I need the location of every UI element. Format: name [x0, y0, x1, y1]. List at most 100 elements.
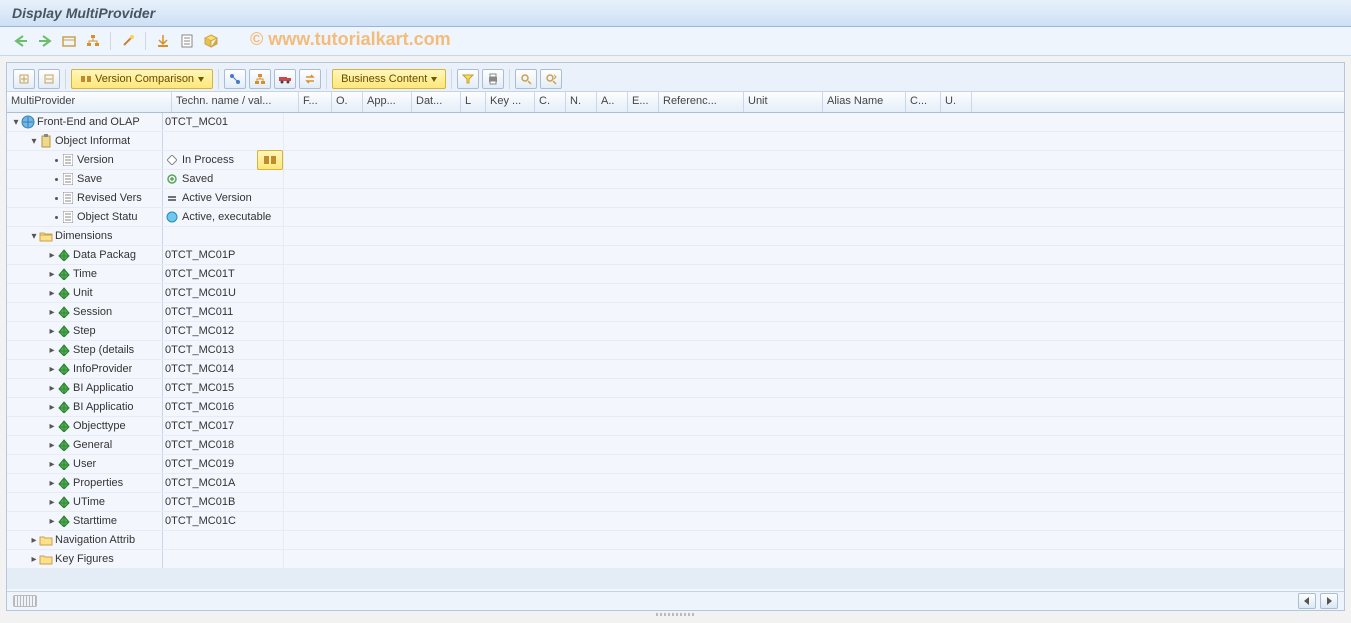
tree-row-revised[interactable]: Revised Vers Active Version — [7, 189, 1344, 208]
back-icon[interactable] — [12, 32, 30, 50]
expand-toggle[interactable]: ▸ — [47, 269, 57, 279]
node-label: Revised Vers — [77, 192, 142, 204]
tree-collapse-icon[interactable] — [38, 69, 60, 89]
resize-grip-icon[interactable] — [13, 595, 37, 607]
expand-toggle[interactable]: ▸ — [47, 440, 57, 450]
version-detail-button[interactable] — [257, 150, 283, 170]
col-o[interactable]: O. — [332, 92, 363, 112]
tree-row-objstatus[interactable]: Object Statu Active, executable — [7, 208, 1344, 227]
toolbar-sep — [451, 69, 452, 89]
expand-toggle[interactable]: ▸ — [47, 402, 57, 412]
find-icon[interactable] — [515, 69, 537, 89]
expand-toggle[interactable]: ▾ — [29, 136, 39, 146]
tree-row-navattr[interactable]: ▸ Navigation Attrib — [7, 531, 1344, 550]
main-area: Version Comparison Business Content — [0, 56, 1351, 623]
expand-toggle[interactable]: ▸ — [47, 288, 57, 298]
tree-row-dimension[interactable]: ▸Data Packag0TCT_MC01P — [7, 246, 1344, 265]
wand-icon[interactable] — [119, 32, 137, 50]
col-techname[interactable]: Techn. name / val... — [172, 92, 299, 112]
tree-row-dimension[interactable]: ▸BI Applicatio0TCT_MC016 — [7, 398, 1344, 417]
tree-row-dimension[interactable]: ▸Starttime0TCT_MC01C — [7, 512, 1344, 531]
expand-toggle[interactable]: ▸ — [47, 516, 57, 526]
tree-body[interactable]: ▾ Front-End and OLAP 0TCT_MC01 ▾ Object … — [7, 113, 1344, 591]
col-aliasname[interactable]: Alias Name — [823, 92, 906, 112]
col-e[interactable]: E... — [628, 92, 659, 112]
expand-toggle[interactable]: ▸ — [47, 250, 57, 260]
document-icon[interactable] — [178, 32, 196, 50]
hierarchy-icon[interactable] — [84, 32, 102, 50]
expand-toggle[interactable]: ▸ — [47, 345, 57, 355]
filter-down-icon[interactable] — [457, 69, 479, 89]
tree-row-dimensions[interactable]: ▾ Dimensions — [7, 227, 1344, 246]
node-label: InfoProvider — [73, 363, 132, 375]
tree-row-dimension[interactable]: ▸Time0TCT_MC01T — [7, 265, 1344, 284]
col-c2[interactable]: C... — [906, 92, 941, 112]
business-content-button[interactable]: Business Content — [332, 69, 446, 89]
tree-row-dimension[interactable]: ▸Session0TCT_MC011 — [7, 303, 1344, 322]
expand-toggle[interactable]: ▸ — [47, 497, 57, 507]
print-icon[interactable] — [482, 69, 504, 89]
expand-toggle[interactable]: ▸ — [47, 326, 57, 336]
transport-icon[interactable] — [274, 69, 296, 89]
tree-row-dimension[interactable]: ▸Step (details0TCT_MC013 — [7, 341, 1344, 360]
col-app[interactable]: App... — [363, 92, 412, 112]
window-icon[interactable] — [60, 32, 78, 50]
expand-toggle[interactable]: ▸ — [47, 421, 57, 431]
col-c[interactable]: C. — [535, 92, 566, 112]
expand-toggle[interactable]: ▸ — [47, 478, 57, 488]
dropdown-icon — [198, 77, 204, 82]
tree-row-dimension[interactable]: ▸Step0TCT_MC012 — [7, 322, 1344, 341]
col-l[interactable]: L — [461, 92, 486, 112]
tree-row-dimension[interactable]: ▸Properties0TCT_MC01A — [7, 474, 1344, 493]
scroll-left-button[interactable] — [1298, 593, 1316, 609]
expand-toggle[interactable]: ▸ — [47, 383, 57, 393]
col-dat[interactable]: Dat... — [412, 92, 461, 112]
expand-toggle[interactable]: ▾ — [29, 231, 39, 241]
hierarchy-button-icon[interactable] — [249, 69, 271, 89]
tree-row-save[interactable]: Save Saved — [7, 170, 1344, 189]
expand-toggle[interactable]: ▾ — [11, 117, 21, 127]
swap-icon[interactable] — [299, 69, 321, 89]
version-comparison-button[interactable]: Version Comparison — [71, 69, 213, 89]
expand-toggle[interactable]: ▸ — [29, 554, 39, 564]
cube-icon[interactable] — [202, 32, 220, 50]
node-label: Object Statu — [77, 211, 138, 223]
toolbar-sep — [218, 69, 219, 89]
tree-row-dimension[interactable]: ▸Unit0TCT_MC01U — [7, 284, 1344, 303]
activate-icon[interactable] — [154, 32, 172, 50]
col-f[interactable]: F... — [299, 92, 332, 112]
col-multiprovider[interactable]: MultiProvider — [7, 92, 172, 112]
find-next-icon[interactable] — [540, 69, 562, 89]
node-label: User — [73, 458, 96, 470]
forward-icon[interactable] — [36, 32, 54, 50]
application-toolbar: © www.tutorialkart.com — [0, 27, 1351, 56]
tree-row-dimension[interactable]: ▸Objecttype0TCT_MC017 — [7, 417, 1344, 436]
tech-value: 0TCT_MC01B — [165, 496, 235, 508]
tech-value: 0TCT_MC01C — [165, 515, 236, 527]
tree-row-keyfigures[interactable]: ▸ Key Figures — [7, 550, 1344, 569]
col-key[interactable]: Key ... — [486, 92, 535, 112]
tree-row-root[interactable]: ▾ Front-End and OLAP 0TCT_MC01 — [7, 113, 1344, 132]
where-used-icon[interactable] — [224, 69, 246, 89]
tree-row-objinfo[interactable]: ▾ Object Informat — [7, 132, 1344, 151]
tree-row-dimension[interactable]: ▸User0TCT_MC019 — [7, 455, 1344, 474]
expand-toggle[interactable]: ▸ — [47, 364, 57, 374]
col-n[interactable]: N. — [566, 92, 597, 112]
tree-expand-icon[interactable] — [13, 69, 35, 89]
col-unit[interactable]: Unit — [744, 92, 823, 112]
scroll-right-button[interactable] — [1320, 593, 1338, 609]
expand-toggle[interactable]: ▸ — [47, 459, 57, 469]
tree-row-dimension[interactable]: ▸UTime0TCT_MC01B — [7, 493, 1344, 512]
tree-row-version[interactable]: Version In Process — [7, 151, 1344, 170]
expand-toggle[interactable]: ▸ — [47, 307, 57, 317]
tree-row-dimension[interactable]: ▸InfoProvider0TCT_MC014 — [7, 360, 1344, 379]
col-a[interactable]: A.. — [597, 92, 628, 112]
tree-row-dimension[interactable]: ▸General0TCT_MC018 — [7, 436, 1344, 455]
splitter-handle[interactable] — [6, 611, 1345, 617]
col-u[interactable]: U. — [941, 92, 972, 112]
expand-toggle[interactable]: ▸ — [29, 535, 39, 545]
col-referenc[interactable]: Referenc... — [659, 92, 744, 112]
dimension-icon — [57, 267, 71, 281]
leaf-dot-icon — [51, 212, 61, 222]
tree-row-dimension[interactable]: ▸BI Applicatio0TCT_MC015 — [7, 379, 1344, 398]
